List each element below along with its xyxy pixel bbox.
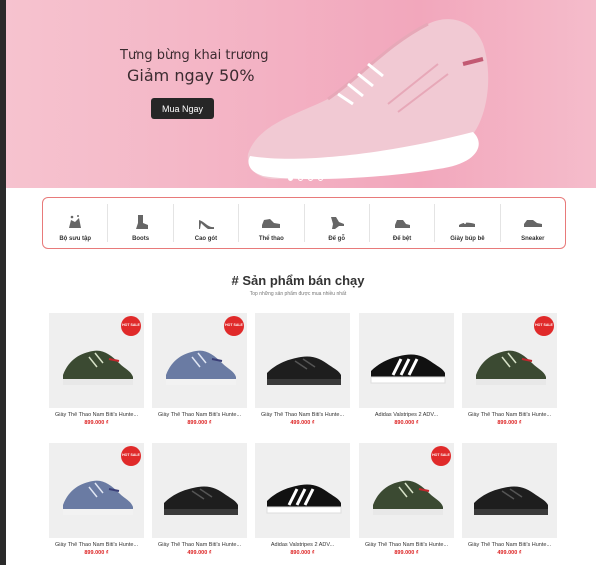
product-image[interactable] — [255, 443, 350, 538]
sneaker-icon — [262, 219, 281, 228]
product-image[interactable] — [152, 443, 247, 538]
category-bar: Bộ sưu tập Boots Cao gót Thể thao Đế gỗ … — [42, 197, 566, 249]
product-price: 899.000 ₫ — [84, 420, 109, 426]
carousel-dot[interactable] — [318, 176, 323, 181]
flat-shoe-icon — [395, 220, 411, 228]
category-item-ballet-flats[interactable]: Giày búp bê — [435, 204, 501, 242]
sneaker-icon — [523, 220, 542, 227]
product-image[interactable] — [255, 313, 350, 408]
product-image[interactable]: HOT SALE — [359, 443, 454, 538]
carousel-dot[interactable] — [308, 176, 313, 181]
section-title: # Sản phẩm bán chạy — [231, 273, 365, 288]
product-card[interactable]: HOT SALE Giày Thể Thao Nam Biti's Hunte..… — [462, 313, 557, 426]
product-image[interactable]: HOT SALE — [49, 313, 144, 408]
category-label: Giày búp bê — [450, 236, 485, 242]
product-price: 499.000 ₫ — [497, 550, 522, 556]
buy-now-button[interactable]: Mua Ngay — [151, 98, 214, 119]
hot-sale-badge: HOT SALE — [121, 316, 141, 336]
product-name[interactable]: Giày Thể Thao Nam Biti's Hunte... — [462, 542, 557, 548]
hot-sale-badge: HOT SALE — [224, 316, 244, 336]
product-card[interactable]: Giày Thể Thao Nam Biti's Hunte... 499.000… — [255, 313, 350, 426]
product-name[interactable]: Adidas Valstripes 2 ADV... — [359, 412, 454, 418]
product-card[interactable]: Adidas Valstripes 2 ADV... 890.000 ₫ — [255, 443, 350, 556]
hot-sale-badge: HOT SALE — [534, 316, 554, 336]
collection-icon — [69, 215, 82, 228]
product-name[interactable]: Giày Thể Thao Nam Biti's Hunte... — [49, 412, 144, 418]
product-card[interactable]: Giày Thể Thao Nam Biti's Hunte... 499.000… — [462, 443, 557, 556]
product-image[interactable]: HOT SALE — [152, 313, 247, 408]
product-name[interactable]: Giày Thể Thao Nam Biti's Hunte... — [152, 542, 247, 548]
boot-icon — [135, 215, 148, 229]
product-price: 899.000 ₫ — [394, 550, 419, 556]
carousel-dots — [288, 176, 323, 181]
product-name[interactable]: Giày Thể Thao Nam Biti's Hunte... — [152, 412, 247, 418]
product-card[interactable]: Giày Thể Thao Nam Biti's Hunte... 499.000… — [152, 443, 247, 556]
carousel-dot[interactable] — [288, 176, 293, 181]
category-item-collection[interactable]: Bộ sưu tập — [43, 204, 109, 242]
category-item-boots[interactable]: Boots — [108, 204, 174, 242]
product-card[interactable]: HOT SALE Giày Thể Thao Nam Biti's Hunte..… — [49, 443, 144, 556]
category-label: Bộ sưu tập — [59, 236, 92, 242]
section-subtitle: Top những sản phẩm được mua nhiều nhất — [249, 291, 347, 297]
product-name[interactable]: Giày Thể Thao Nam Biti's Hunte... — [462, 412, 557, 418]
category-label: Đế gỗ — [328, 236, 346, 242]
product-price: 899.000 ₫ — [84, 550, 109, 556]
product-name[interactable]: Giày Thể Thao Nam Biti's Hunte... — [255, 412, 350, 418]
product-card[interactable]: HOT SALE Giày Thể Thao Nam Biti's Hunte..… — [49, 313, 144, 426]
product-price: 499.000 ₫ — [187, 550, 212, 556]
category-label: Sneaker — [521, 236, 545, 242]
category-item-sneaker[interactable]: Sneaker — [501, 204, 565, 242]
category-item-flat-sole[interactable]: Đế bệt — [370, 204, 436, 242]
hot-sale-badge: HOT SALE — [121, 446, 141, 466]
product-price: 890.000 ₫ — [290, 550, 315, 556]
hot-sale-badge: HOT SALE — [431, 446, 451, 466]
wooden-sole-icon — [330, 217, 344, 229]
category-label: Cao gót — [194, 236, 218, 242]
category-item-wooden-sole[interactable]: Đế gỗ — [305, 204, 370, 242]
product-card[interactable]: HOT SALE Giày Thể Thao Nam Biti's Hunte..… — [359, 443, 454, 556]
product-price: 899.000 ₫ — [497, 420, 522, 426]
product-image[interactable]: HOT SALE — [49, 443, 144, 538]
high-heel-icon — [198, 220, 214, 229]
category-item-sports[interactable]: Thể thao — [239, 204, 305, 242]
product-image[interactable]: HOT SALE — [462, 313, 557, 408]
product-card[interactable]: Adidas Valstripes 2 ADV... 890.000 ₫ — [359, 313, 454, 426]
category-item-high-heels[interactable]: Cao gót — [174, 204, 240, 242]
product-name[interactable]: Adidas Valstripes 2 ADV... — [255, 542, 350, 548]
product-price: 899.000 ₫ — [187, 420, 212, 426]
hero-banner[interactable]: Tưng bừng khai trương Giảm ngay 50% Mua … — [6, 0, 596, 188]
category-label: Boots — [132, 236, 150, 242]
product-card[interactable]: HOT SALE Giày Thể Thao Nam Biti's Hunte..… — [152, 313, 247, 426]
product-price: 499.000 ₫ — [290, 420, 315, 426]
banner-headline: Giảm ngay 50% — [127, 66, 255, 85]
product-image[interactable] — [462, 443, 557, 538]
product-price: 890.000 ₫ — [394, 420, 419, 426]
hero-shoe-image — [247, 19, 489, 180]
product-name[interactable]: Giày Thể Thao Nam Biti's Hunte... — [49, 542, 144, 548]
product-name[interactable]: Giày Thể Thao Nam Biti's Hunte... — [359, 542, 454, 548]
product-image[interactable] — [359, 313, 454, 408]
category-label: Đế bệt — [392, 236, 412, 242]
window-edge — [0, 0, 6, 565]
category-label: Thể thao — [258, 236, 284, 242]
carousel-dot[interactable] — [298, 176, 303, 181]
ballet-flat-icon — [459, 222, 476, 227]
